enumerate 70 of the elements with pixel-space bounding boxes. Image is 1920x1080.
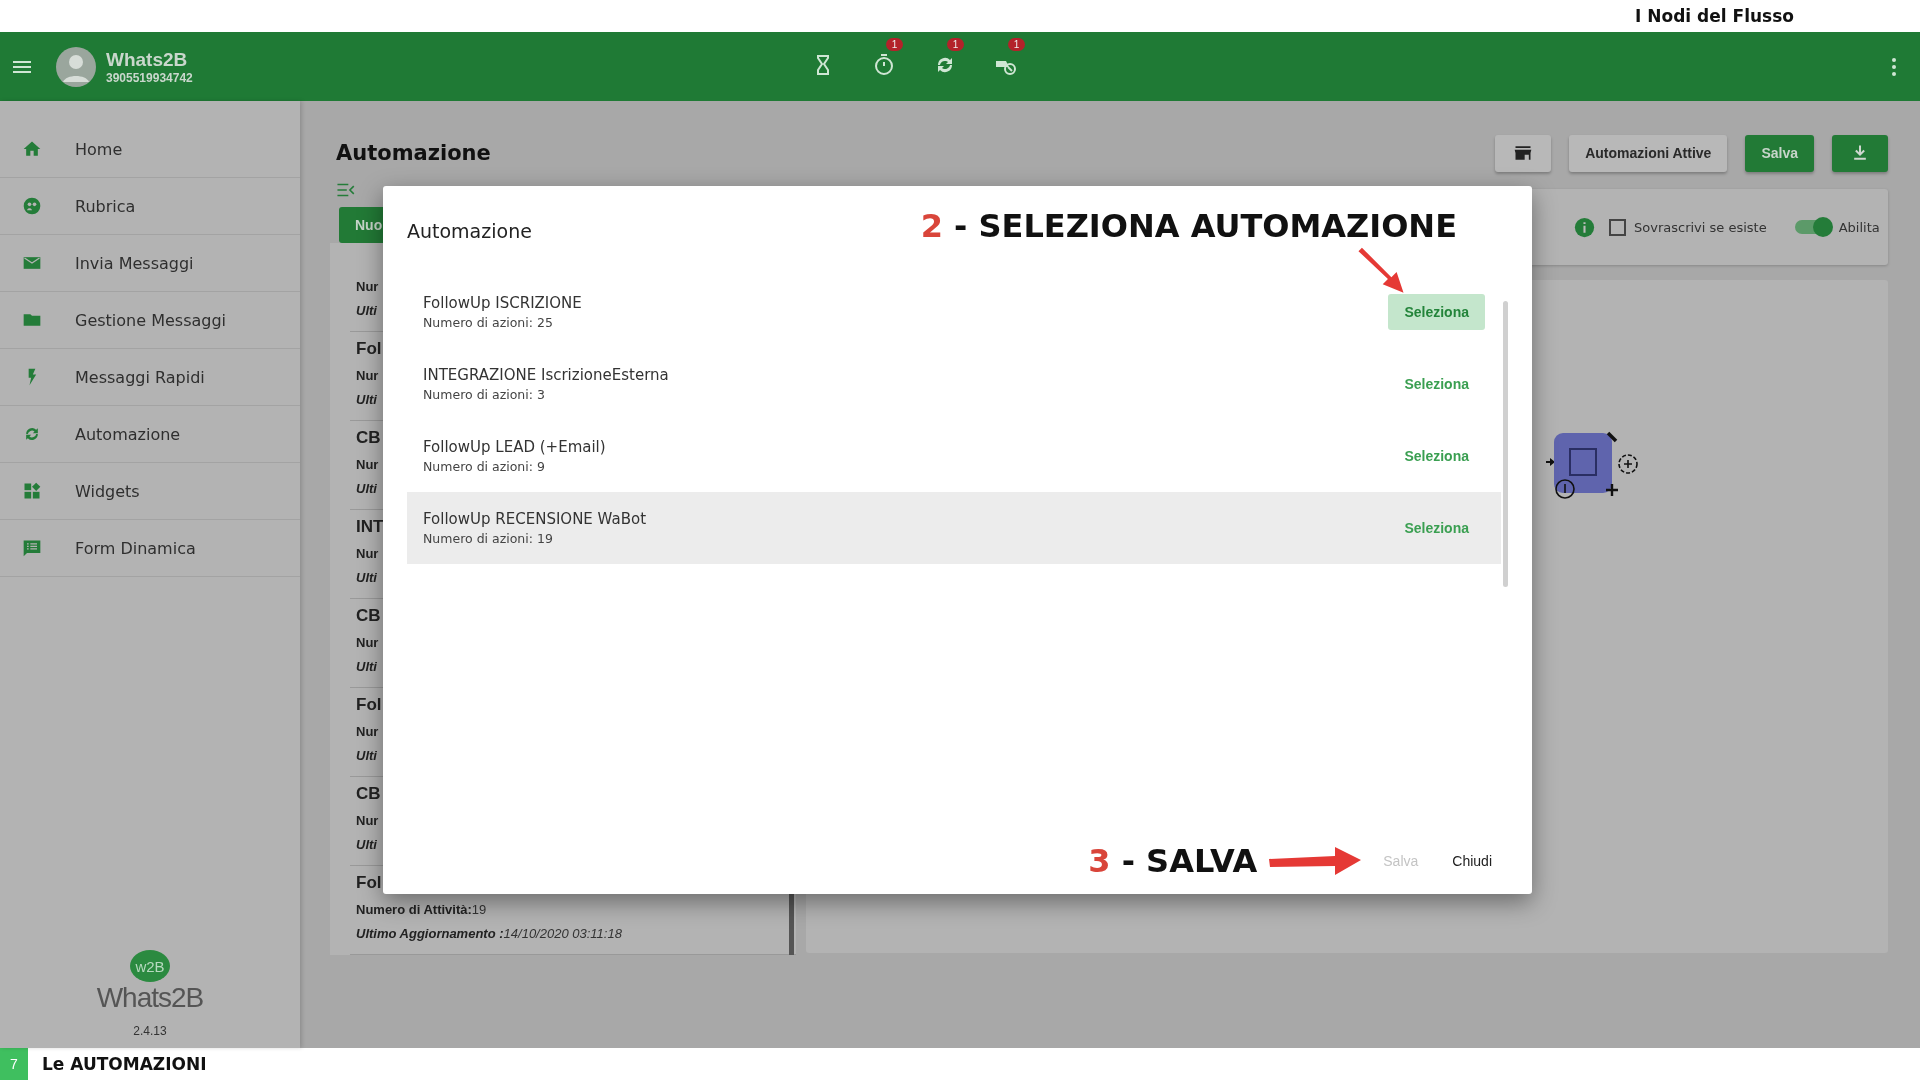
activity-count: Nur — [356, 633, 379, 652]
automation-row[interactable]: FollowUp RECENSIONE WaBot Numero di azioni: 19 Seleziona — [407, 492, 1501, 564]
page-heading: I Nodi del Flusso — [1635, 6, 1794, 26]
logo-wordmark: Whats2B — [96, 982, 204, 1014]
version-label: 2.4.13 — [133, 1024, 167, 1038]
last-updated: Ulti — [356, 479, 377, 498]
download-button[interactable] — [1832, 134, 1888, 172]
last-updated: Ulti — [356, 835, 377, 854]
automation-name: FollowUp ISCRIZIONE — [423, 294, 582, 312]
automation-title: CB — [356, 606, 381, 627]
page-title: Automazione — [336, 141, 491, 165]
select-button[interactable]: Seleziona — [1388, 294, 1485, 330]
automation-title: Fol — [356, 873, 382, 894]
avatar — [56, 46, 96, 87]
action-count: Numero di azioni: 19 — [423, 531, 554, 546]
last-updated: Ulti — [356, 568, 377, 587]
form-icon — [22, 538, 42, 558]
checkbox[interactable] — [1609, 218, 1626, 236]
activity-count: Nur — [356, 544, 379, 563]
activity-count: Nur — [356, 722, 379, 741]
activity-count: Nur — [356, 277, 379, 296]
select-button[interactable]: Seleziona — [1388, 438, 1485, 474]
automation-name: FollowUp RECENSIONE WaBot — [423, 510, 647, 528]
info-icon[interactable] — [1574, 216, 1595, 238]
home-icon — [22, 139, 42, 159]
notification-badge: 1 — [946, 37, 965, 51]
store-button[interactable] — [1495, 134, 1552, 172]
notification-badge: 1 — [1007, 37, 1026, 51]
activity-count: Nur — [356, 366, 379, 385]
scrollbar[interactable] — [1503, 301, 1508, 587]
toggle-switch[interactable] — [1794, 220, 1831, 234]
widgets-icon — [22, 481, 42, 501]
last-updated: Ultimo Aggiornamento :14/10/2020 03:11:18 — [356, 924, 622, 943]
last-updated: Ulti — [356, 301, 377, 320]
automation-name: FollowUp LEAD (+Email) — [423, 438, 606, 456]
automation-title: CB — [356, 428, 381, 449]
automation-title: INT — [356, 517, 384, 538]
activity-count: Numero di Attività:19 — [356, 900, 487, 919]
save-button[interactable]: Salva — [1745, 134, 1814, 172]
action-count: Numero di azioni: 9 — [423, 459, 546, 474]
last-updated: Ulti — [356, 390, 377, 409]
annotation: 2 - SELEZIONA AUTOMAZIONE — [920, 207, 1457, 245]
active-automations-button[interactable]: Automazioni Attive — [1569, 134, 1728, 172]
automation-name: INTEGRAZIONE IscrizioneEsterna — [423, 366, 669, 384]
step-number: 7 — [0, 1048, 28, 1080]
last-updated: Ulti — [356, 746, 377, 765]
notification-badge: 1 — [885, 37, 904, 51]
action-count: Numero di azioni: 3 — [423, 387, 546, 402]
phone-number: 3905519934742 — [106, 70, 193, 85]
automation-row[interactable]: FollowUp ISCRIZIONE Numero di azioni: 25 Seleziona — [407, 276, 1501, 348]
enable-label: Abilita — [1838, 219, 1880, 235]
automation-row[interactable]: INTEGRAZIONE IscrizioneEsterna Numero di azioni: 3 Seleziona — [407, 348, 1501, 420]
activity-count: Nur — [356, 455, 379, 474]
automation-title: CB — [356, 784, 381, 805]
annotation: 3 - SALVA — [1088, 842, 1258, 880]
close-button[interactable]: Chiudi — [1438, 843, 1506, 879]
logo-bubble: w2B — [130, 950, 170, 982]
account-name: Whats2B — [106, 48, 189, 71]
last-updated: Ulti — [356, 657, 377, 676]
overwrite-label: Sovrascrivi se esiste — [1634, 219, 1767, 235]
select-button[interactable]: Seleziona — [1388, 366, 1485, 402]
activity-count: Nur — [356, 811, 379, 830]
automation-title: Fol — [356, 695, 382, 716]
action-count: Numero di azioni: 25 — [423, 315, 554, 330]
slide-title: Le AUTOMAZIONI — [42, 1054, 207, 1074]
automation-row[interactable]: FollowUp LEAD (+Email) Numero di azioni: 9 Seleziona — [407, 420, 1501, 492]
automation-title: Fol — [356, 339, 382, 360]
store-icon — [1513, 143, 1534, 163]
sidebar-item[interactable]: Rubrica — [0, 178, 300, 235]
collapse-icon[interactable] — [336, 183, 356, 197]
